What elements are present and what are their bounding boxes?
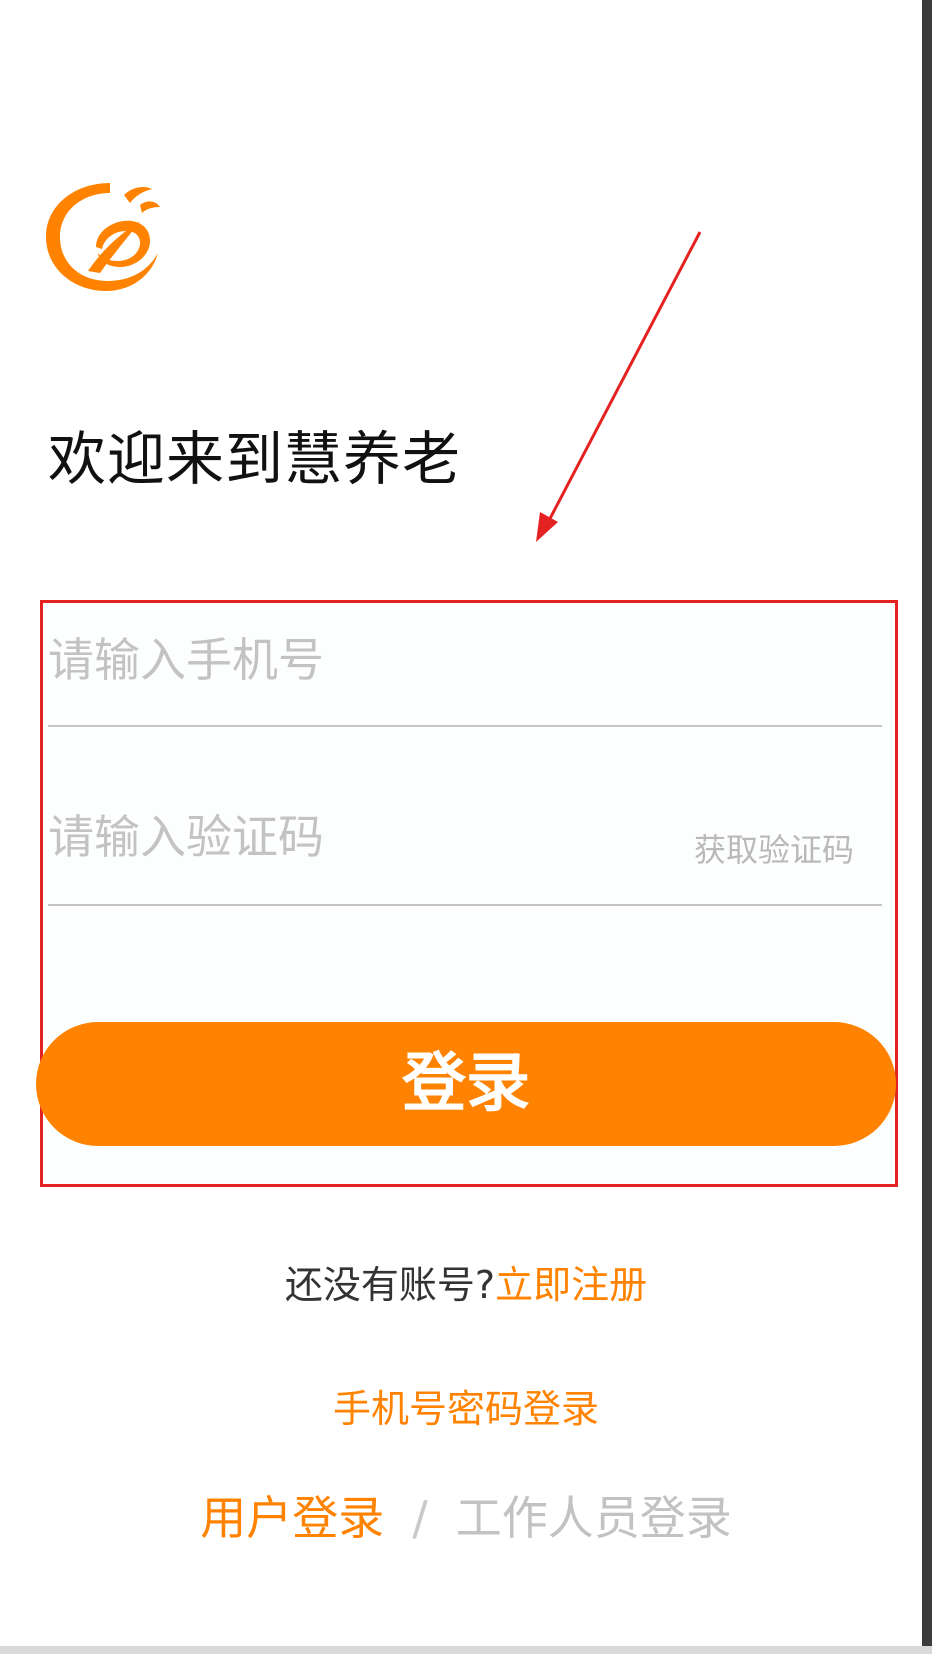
verification-code-input[interactable]	[48, 810, 668, 864]
register-link[interactable]: 立即注册	[495, 1263, 647, 1307]
register-row: 还没有账号?立即注册	[0, 1254, 932, 1309]
get-code-button[interactable]: 获取验证码	[694, 825, 854, 871]
login-button[interactable]: 登录	[36, 1022, 896, 1146]
code-underline	[48, 904, 882, 906]
register-prompt: 还没有账号?	[284, 1263, 496, 1307]
staff-login-tab[interactable]: 工作人员登录	[456, 1491, 732, 1545]
role-separator: /	[412, 1491, 428, 1545]
user-login-tab[interactable]: 用户登录	[200, 1491, 384, 1545]
phone-input[interactable]	[48, 633, 882, 687]
password-login-link[interactable]: 手机号密码登录	[0, 1378, 932, 1433]
app-logo-icon	[46, 183, 160, 291]
welcome-title: 欢迎来到慧养老	[48, 425, 462, 493]
window-bottom-edge	[0, 1646, 932, 1654]
phone-underline	[48, 725, 882, 727]
login-role-switch: 用户登录 / 工作人员登录	[0, 1482, 932, 1548]
